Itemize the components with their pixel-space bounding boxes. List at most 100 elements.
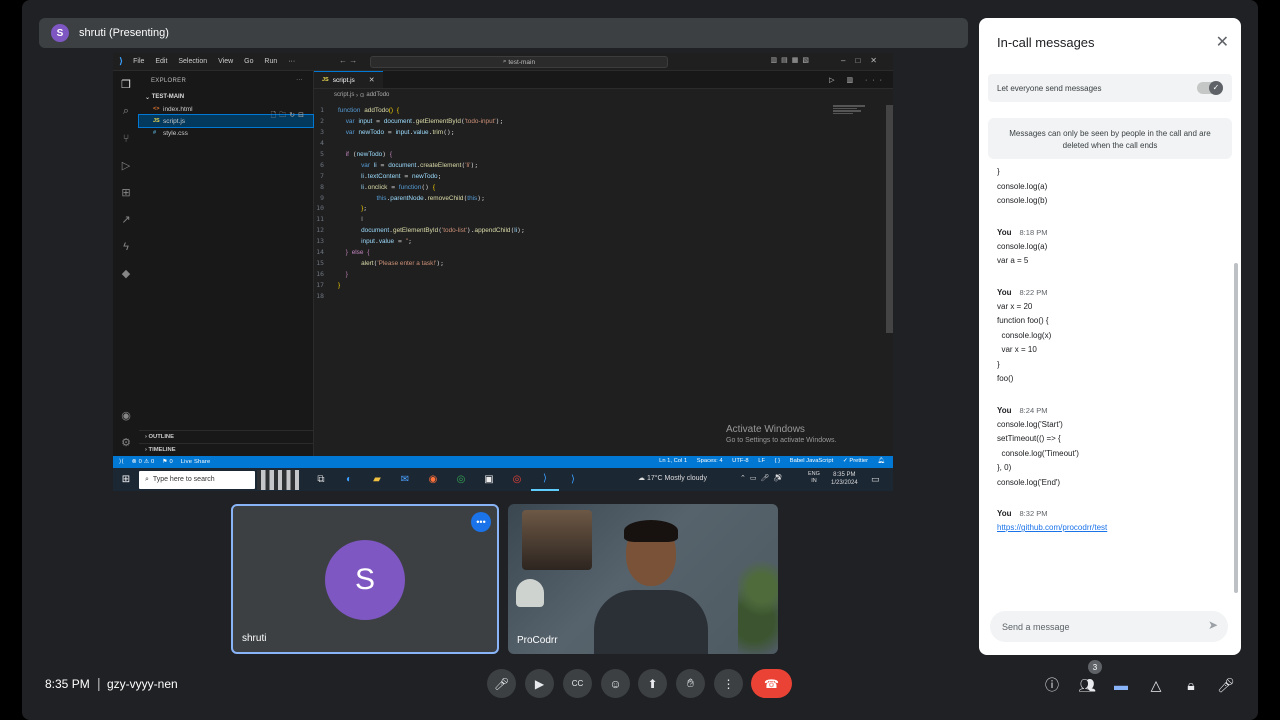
encoding[interactable]: UTF-8 [732, 458, 748, 464]
braces-icon[interactable]: { } [775, 458, 780, 464]
editor-actions-icons[interactable]: ▷ ▥ ··· [829, 76, 887, 84]
notification-icon[interactable]: ▭ [871, 474, 880, 485]
allow-messages-toggle[interactable] [1197, 81, 1223, 95]
chat-button[interactable]: ▬ [1110, 674, 1132, 696]
extensions-icon[interactable]: ⊞ [113, 179, 139, 206]
menu-view[interactable]: View [218, 58, 233, 65]
activities-button[interactable]: △ [1145, 674, 1167, 696]
presenting-bar: S shruti (Presenting) [39, 18, 968, 48]
explorer-icon[interactable]: ❐ [113, 71, 139, 98]
code-line: 8 li.onclick = function() { [320, 182, 435, 191]
meeting-info-button[interactable]: ⓘ [1041, 674, 1063, 696]
indentation[interactable]: Spaces: 4 [697, 458, 723, 464]
raise-hand-button[interactable]: ✋︎ [676, 669, 705, 698]
language-indicator[interactable]: ENG IN [808, 471, 820, 485]
menu-run[interactable]: Run [264, 58, 277, 65]
window-controls-icons[interactable]: –□✕ [841, 56, 887, 65]
breadcrumb-symbol[interactable]: addTodo [366, 92, 389, 98]
people-button[interactable]: 👥︎ [1076, 674, 1098, 696]
task-view-icon[interactable]: ⧉ [307, 468, 335, 491]
menu-more[interactable]: ··· [288, 58, 295, 65]
file-explorer-icon[interactable]: ▰ [363, 468, 391, 491]
activities-icon: △ [1150, 676, 1162, 693]
emoji-button[interactable]: ☺ [601, 669, 630, 698]
editor-scrollbar[interactable] [886, 105, 893, 333]
message-input[interactable]: Send a message ➤ [990, 611, 1228, 642]
folder-test-main[interactable]: ⌄ TEST-MAIN [139, 91, 313, 103]
minimap[interactable] [833, 105, 873, 125]
chrome-icon[interactable]: ◎ [447, 468, 475, 491]
message-header: You 8:32 PM [997, 509, 1048, 518]
vscode-taskbar-icon[interactable]: ⟩ [531, 468, 559, 491]
bell-icon[interactable]: 🔔︎ [878, 458, 885, 464]
lightning-icon[interactable]: ϟ [113, 233, 139, 260]
explorer-actions-icons[interactable]: 🗋🗀↻⊟ [271, 111, 307, 122]
close-icon[interactable]: ✕ [369, 76, 375, 84]
menu-file[interactable]: File [133, 58, 144, 65]
terminal-icon[interactable]: ▣ [475, 468, 503, 491]
more-options-icon[interactable]: ••• [471, 512, 491, 532]
problems-status[interactable]: ⊗ 0 ⚠ 0 [132, 459, 155, 465]
shared-screen[interactable]: ⟩ File Edit Selection View Go Run ··· ← … [113, 53, 893, 491]
firefox-icon[interactable]: ◉ [419, 468, 447, 491]
present-button[interactable]: ⬆ [638, 669, 667, 698]
gear-icon[interactable]: ⚙ [113, 429, 139, 456]
camera-button[interactable]: ▶ [525, 669, 554, 698]
message-line: console.log('End') [997, 477, 1061, 487]
prettier-status[interactable]: ✓ Prettier [843, 458, 868, 464]
edge-icon[interactable]: ◐ [335, 468, 363, 491]
timeline-section[interactable]: › TIMELINE [139, 443, 313, 456]
code-editor[interactable]: JS script.js ✕ ▷ ▥ ··· script.js › ⊙ add… [314, 71, 893, 456]
breadcrumb-file[interactable]: script.js [334, 92, 354, 98]
panel-title: In-call messages [997, 35, 1095, 50]
menu-go[interactable]: Go [244, 58, 253, 65]
live-share-icon[interactable]: ↗ [113, 206, 139, 233]
participant-tile-shruti[interactable]: S ••• shruti [231, 504, 499, 654]
file-style-css[interactable]: # style.css [139, 127, 313, 139]
system-tray-icons[interactable]: ⌃▭🎤︎🔊︎ [740, 474, 786, 482]
language-mode[interactable]: Babel JavaScript [790, 458, 834, 464]
participant-tile-procodrr[interactable]: ProCodrr [508, 504, 778, 654]
gem-icon[interactable]: ◆ [113, 260, 139, 287]
send-icon[interactable]: ➤ [1208, 618, 1218, 632]
nav-arrows-icon[interactable]: ← → [339, 56, 357, 65]
menu-edit[interactable]: Edit [155, 58, 167, 65]
message-line: var x = 20 [997, 301, 1033, 311]
message-link[interactable]: https://github.com/procodrr/test [997, 521, 1229, 535]
line-ending[interactable]: LF [758, 458, 765, 464]
account-icon[interactable]: ◉ [113, 402, 139, 429]
more-options-button[interactable]: ⋮ [714, 669, 743, 698]
live-share-status[interactable]: Live Share [181, 459, 211, 465]
leave-call-button[interactable]: ☎︎ [751, 669, 792, 698]
weather-widget[interactable]: ☁ 17°C Mostly cloudy [638, 474, 707, 482]
cursor-position[interactable]: Ln 1, Col 1 [659, 458, 687, 464]
chrome-profile-icon[interactable]: ◎ [503, 468, 531, 491]
tab-script-js[interactable]: JS script.js ✕ [314, 71, 383, 88]
microphone-settings-button[interactable]: 🎤︎ [1215, 674, 1237, 696]
message-header: You 8:18 PM [997, 227, 1048, 237]
source-control-icon[interactable]: ⑂ [113, 125, 139, 152]
message-line: console.log(x) [997, 330, 1052, 340]
ports-status[interactable]: ⚑ 0 [162, 459, 173, 465]
chat-scrollbar[interactable] [1234, 263, 1238, 593]
search-icon[interactable]: ⌕ [113, 98, 139, 125]
menu-selection[interactable]: Selection [178, 58, 207, 65]
command-center-search[interactable]: ⌕ test-main [370, 56, 668, 68]
outline-section[interactable]: › OUTLINE [139, 430, 313, 443]
windows-start-icon[interactable]: ⊞ [113, 474, 139, 485]
close-icon[interactable]: ✕ [1216, 32, 1229, 52]
taskbar-search[interactable]: ⌕ Type here to search [139, 470, 255, 489]
run-debug-icon[interactable]: ▷ [113, 152, 139, 179]
search-icon: ⌕ [145, 475, 153, 483]
more-icon[interactable]: ··· [296, 77, 303, 83]
vscode-taskbar-icon-2[interactable]: ⟩ [559, 468, 587, 491]
message-line: console.log(b) [997, 196, 1048, 205]
captions-button[interactable]: CC [563, 669, 592, 698]
in-call-messages-panel: In-call messages ✕ Let everyone send mes… [979, 18, 1241, 655]
layout-toggle-icons[interactable]: ▥▤▦▧ [771, 56, 813, 64]
remote-icon[interactable]: ⟩⟨ [119, 459, 124, 465]
taskbar-clock[interactable]: 8:35 PM 1/23/2024 [831, 471, 858, 487]
microphone-button[interactable]: 🎤︎ [487, 669, 516, 698]
mail-icon[interactable]: ✉ [391, 468, 419, 491]
host-controls-button[interactable]: 🔒︎ [1180, 674, 1202, 696]
